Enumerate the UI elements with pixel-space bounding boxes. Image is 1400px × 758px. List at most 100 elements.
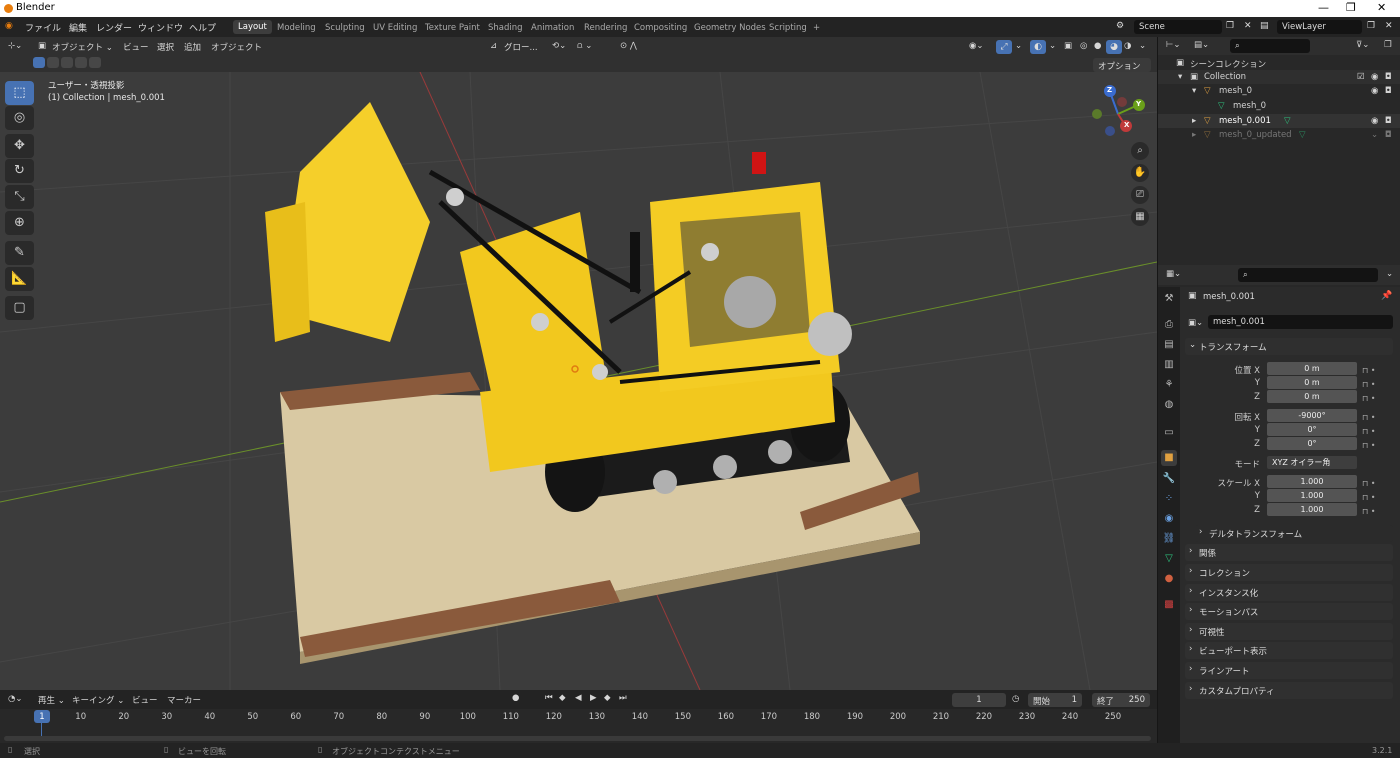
scale-tool-icon[interactable]: ⤡ [5, 185, 34, 209]
outliner-editor-icon[interactable]: ⊢⌄ [1166, 40, 1181, 50]
solid-shading-icon[interactable]: ● [1094, 41, 1101, 51]
jump-end-icon[interactable]: ⏭ [619, 693, 627, 703]
xray-icon[interactable]: ▣ [1064, 41, 1072, 51]
eye-icon[interactable]: ◉ [1371, 72, 1378, 82]
frame-end-field[interactable]: 終了 250 [1092, 693, 1150, 707]
location-z-field[interactable]: 0 m [1267, 390, 1357, 403]
select-extend-mode-icon[interactable] [47, 57, 59, 68]
tab-modeling[interactable]: Modeling [272, 21, 321, 35]
particles-tab-icon[interactable]: ⁘ [1161, 491, 1177, 507]
add-workspace-button[interactable]: + [808, 21, 825, 35]
tab-uv-editing[interactable]: UV Editing [368, 21, 422, 35]
material-tab-icon[interactable]: ● [1161, 571, 1177, 587]
eye-icon[interactable]: ◉ [1371, 116, 1378, 126]
eye-icon[interactable]: ◉ [1371, 86, 1378, 96]
pin-icon[interactable]: 📌 [1381, 291, 1392, 301]
lock-icons-column[interactable]: ⊓ • ⊓ • ⊓ • [1362, 411, 1376, 453]
menu-select[interactable]: 選択 [157, 41, 174, 53]
texture-tab-icon[interactable]: ▩ [1161, 597, 1177, 613]
select-invert-mode-icon[interactable] [75, 57, 87, 68]
rotation-mode-dropdown[interactable]: XYZ オイラー角 [1267, 456, 1357, 469]
options-dropdown[interactable]: オプション ⌄ [1093, 58, 1151, 82]
proportional-edit-icon[interactable]: ⊙ ⋀ [620, 41, 637, 51]
exclude-checkbox-icon[interactable]: ☑ [1357, 72, 1365, 82]
tab-compositing[interactable]: Compositing [629, 21, 692, 35]
menu-edit[interactable]: 編集 [69, 21, 87, 34]
frame-start-field[interactable]: 開始 1 [1028, 693, 1082, 707]
menu-add[interactable]: 追加 [184, 41, 201, 53]
close-icon[interactable]: ✕ [1377, 1, 1386, 14]
line-art-panel-header[interactable]: › ラインアート [1185, 662, 1393, 679]
properties-options-icon[interactable]: ⌄ [1386, 269, 1393, 279]
camera-icon[interactable]: ◘ [1385, 116, 1392, 126]
relations-panel-header[interactable]: › 関係 [1185, 544, 1393, 561]
tab-rendering[interactable]: Rendering [579, 21, 632, 35]
play-reverse-icon[interactable]: ◀ [575, 693, 582, 703]
overlay-dropdown-icon[interactable]: ⌄ [1049, 41, 1056, 51]
tab-sculpting[interactable]: Sculpting [320, 21, 370, 35]
view-layer-tab-icon[interactable]: ▥ [1161, 357, 1177, 373]
delta-transform-header[interactable]: › デルタトランスフォーム [1195, 525, 1393, 542]
cursor-tool-icon[interactable]: ◎ [5, 106, 34, 130]
menu-file[interactable]: ファイル [25, 21, 61, 34]
motion-paths-panel-header[interactable]: › モーションパス [1185, 603, 1393, 620]
expand-arrow-icon[interactable]: ▸ [1192, 130, 1196, 140]
expand-arrow-icon[interactable]: ▸ [1192, 116, 1196, 126]
play-icon[interactable]: ▶ [590, 693, 597, 703]
shading-dropdown-icon[interactable]: ⌄ [1139, 41, 1146, 51]
tab-animation[interactable]: Animation [526, 21, 579, 35]
modifier-tab-icon[interactable]: 🔧 [1161, 471, 1177, 487]
camera-icon[interactable]: ◘ [1385, 86, 1392, 96]
timeline-editor-icon[interactable]: ◔⌄ [8, 694, 23, 704]
tab-scripting[interactable]: Scripting [764, 21, 812, 35]
constraints-tab-icon[interactable]: ⛓ [1161, 531, 1177, 547]
select-subtract-mode-icon[interactable] [61, 57, 73, 68]
select-intersect-mode-icon[interactable] [89, 57, 101, 68]
scale-x-field[interactable]: 1.000 [1267, 475, 1357, 488]
rendered-shading-icon[interactable]: ◑ [1124, 41, 1131, 51]
select-tool-icon[interactable]: ⬚ [5, 81, 34, 105]
scale-y-field[interactable]: 1.000 [1267, 489, 1357, 502]
record-icon[interactable]: ● [512, 693, 519, 703]
rotate-tool-icon[interactable]: ↻ [5, 159, 34, 183]
jump-start-icon[interactable]: ⏮ [545, 693, 553, 703]
visibility-icon[interactable]: ◉⌄ [969, 41, 984, 51]
material-preview-icon[interactable]: ◕ [1106, 40, 1122, 54]
select-box-mode-icon[interactable] [33, 57, 45, 68]
keying-menu[interactable]: キーイング ⌄ [72, 694, 124, 706]
camera-icon[interactable]: ◘ [1385, 72, 1392, 82]
menu-window[interactable]: ウィンドウ [138, 21, 183, 34]
rotation-y-field[interactable]: 0° [1267, 423, 1357, 436]
tab-geometry-nodes[interactable]: Geometry Nodes [689, 21, 771, 35]
navigation-gizmo[interactable] [1088, 84, 1148, 144]
location-x-field[interactable]: 0 m [1267, 362, 1357, 375]
scene-tab-icon[interactable]: ⚘ [1161, 377, 1177, 393]
camera-view-icon[interactable]: ⎚ [1131, 186, 1149, 204]
delete-view-layer-icon[interactable]: ✕ [1385, 21, 1393, 31]
annotate-tool-icon[interactable]: ✎ [5, 241, 34, 265]
outliner-scene-collection[interactable]: ▣ シーンコレクション [1158, 56, 1400, 70]
viewport-canvas[interactable] [0, 72, 1157, 690]
playback-menu[interactable]: 再生 ⌄ [38, 694, 65, 706]
move-tool-icon[interactable]: ✥ [5, 134, 34, 158]
outliner-search-input[interactable]: ⌕ [1230, 39, 1310, 53]
menu-object[interactable]: オブジェクト [211, 41, 262, 53]
new-collection-icon[interactable]: ❐ [1384, 40, 1392, 50]
collections-panel-header[interactable]: › コレクション [1185, 564, 1393, 581]
gizmo-dropdown-icon[interactable]: ⌄ [1015, 41, 1022, 51]
outliner-item-mesh0001[interactable]: ▸ ▽ mesh_0.001 ▽ ◉ ◘ [1158, 114, 1400, 128]
camera-icon[interactable]: ◘ [1385, 130, 1392, 140]
overlay-toggle-icon[interactable]: ◐ [1030, 40, 1046, 54]
custom-properties-panel-header[interactable]: › カスタムプロパティ [1185, 682, 1393, 699]
pivot-icon[interactable]: ⟲⌄ [552, 41, 566, 51]
physics-tab-icon[interactable]: ◉ [1161, 511, 1177, 527]
delete-scene-icon[interactable]: ✕ [1244, 21, 1252, 31]
expand-arrow-icon[interactable]: ▾ [1192, 86, 1196, 96]
editor-type-icon[interactable]: ⊹⌄ [8, 41, 22, 51]
snap-icon[interactable]: ⩍ ⌄ [577, 41, 592, 51]
properties-editor-icon[interactable]: ▦⌄ [1166, 269, 1181, 279]
add-cube-tool-icon[interactable]: ▢ [5, 296, 34, 320]
data-tab-icon[interactable]: ▽ [1161, 551, 1177, 567]
expand-arrow-icon[interactable]: ▾ [1178, 72, 1182, 82]
mode-selector[interactable]: オブジェクト ⌄ [52, 41, 113, 53]
